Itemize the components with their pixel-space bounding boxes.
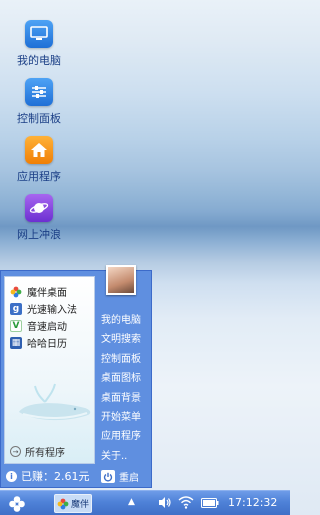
taskbar-clock[interactable]: 17:12:32: [228, 496, 277, 509]
menu-item-calendar[interactable]: ▦ 哈哈日历: [5, 334, 94, 351]
desktop-icon-my-computer[interactable]: 我的电脑: [8, 20, 70, 68]
control-panel-icon: [25, 78, 53, 106]
desktop-icon-web-surf[interactable]: 网上冲浪: [8, 194, 70, 242]
start-menu-programs-panel: 魔伴桌面 g 光速输入法 V 音速启动 ▦ 哈哈日历 → 所有程序: [4, 276, 95, 464]
shortcut-applications[interactable]: 应用程序: [99, 427, 151, 446]
restart-button[interactable]: 重启: [101, 469, 139, 484]
menu-item-input-method[interactable]: g 光速输入法: [5, 300, 94, 317]
desktop-icon-label: 网上冲浪: [17, 228, 61, 241]
restart-label: 重启: [119, 473, 139, 484]
desktop-icon-label: 控制面板: [17, 112, 61, 125]
power-icon: [101, 470, 115, 483]
wifi-icon[interactable]: [178, 496, 194, 512]
menu-item-moban-desktop[interactable]: 魔伴桌面: [5, 283, 94, 300]
desktop-icon-label: 我的电脑: [17, 54, 61, 67]
taskbar-app-label: 魔伴: [71, 500, 90, 510]
home-apps-icon: [25, 136, 53, 164]
taskbar-app-moban[interactable]: 魔伴: [54, 494, 92, 513]
shortcut-start-menu[interactable]: 开始菜单: [99, 408, 151, 427]
desktop-icon-control-panel[interactable]: 控制面板: [8, 78, 70, 126]
shortcut-desktop-background[interactable]: 桌面背景: [99, 389, 151, 408]
shortcut-about[interactable]: 关于..: [99, 447, 151, 466]
volume-icon[interactable]: [158, 496, 172, 512]
whale-watermark: [19, 383, 91, 421]
menu-item-label: 音速启动: [27, 322, 67, 333]
all-programs-button[interactable]: → 所有程序: [5, 444, 65, 459]
start-button[interactable]: [6, 494, 28, 513]
start-menu-shortcuts: 我的电脑 文明搜索 控制面板 桌面图标 桌面背景 开始菜单 应用程序 关于..: [99, 311, 151, 466]
avatar[interactable]: [106, 265, 136, 295]
battery-icon[interactable]: [201, 498, 219, 511]
info-icon: i: [6, 470, 17, 482]
earnings-text: 已赚：2.61元: [21, 470, 90, 483]
taskbar: 魔伴 ▲ 17:12:32: [0, 490, 290, 515]
flower-icon: [57, 498, 69, 509]
desktop-icon-label: 应用程序: [17, 170, 61, 183]
arrow-right-icon: →: [10, 446, 21, 457]
calendar-icon: ▦: [10, 336, 22, 349]
desktop-icon-applications[interactable]: 应用程序: [8, 136, 70, 184]
input-method-icon: g: [10, 302, 22, 315]
shortcut-control-panel[interactable]: 控制面板: [99, 350, 151, 369]
start-menu: 魔伴桌面 g 光速输入法 V 音速启动 ▦ 哈哈日历 → 所有程序 我的电脑 文…: [0, 265, 152, 488]
menu-item-label: 光速输入法: [27, 305, 77, 316]
launcher-icon: V: [10, 319, 22, 332]
shortcut-search[interactable]: 文明搜索: [99, 330, 151, 349]
computer-icon: [25, 20, 53, 48]
shortcut-desktop-icons[interactable]: 桌面图标: [99, 369, 151, 388]
shortcut-my-computer[interactable]: 我的电脑: [99, 311, 151, 330]
menu-item-quick-launch[interactable]: V 音速启动: [5, 317, 94, 334]
flower-icon: [10, 286, 22, 298]
earnings-status: i 已赚：2.61元: [6, 468, 90, 484]
menu-item-label: 魔伴桌面: [27, 288, 67, 299]
all-programs-label: 所有程序: [25, 448, 65, 459]
flower-start-icon: [9, 495, 25, 512]
menu-item-label: 哈哈日历: [27, 339, 67, 350]
surf-planet-icon: [25, 194, 53, 222]
tray-expand-icon[interactable]: ▲: [128, 497, 135, 507]
